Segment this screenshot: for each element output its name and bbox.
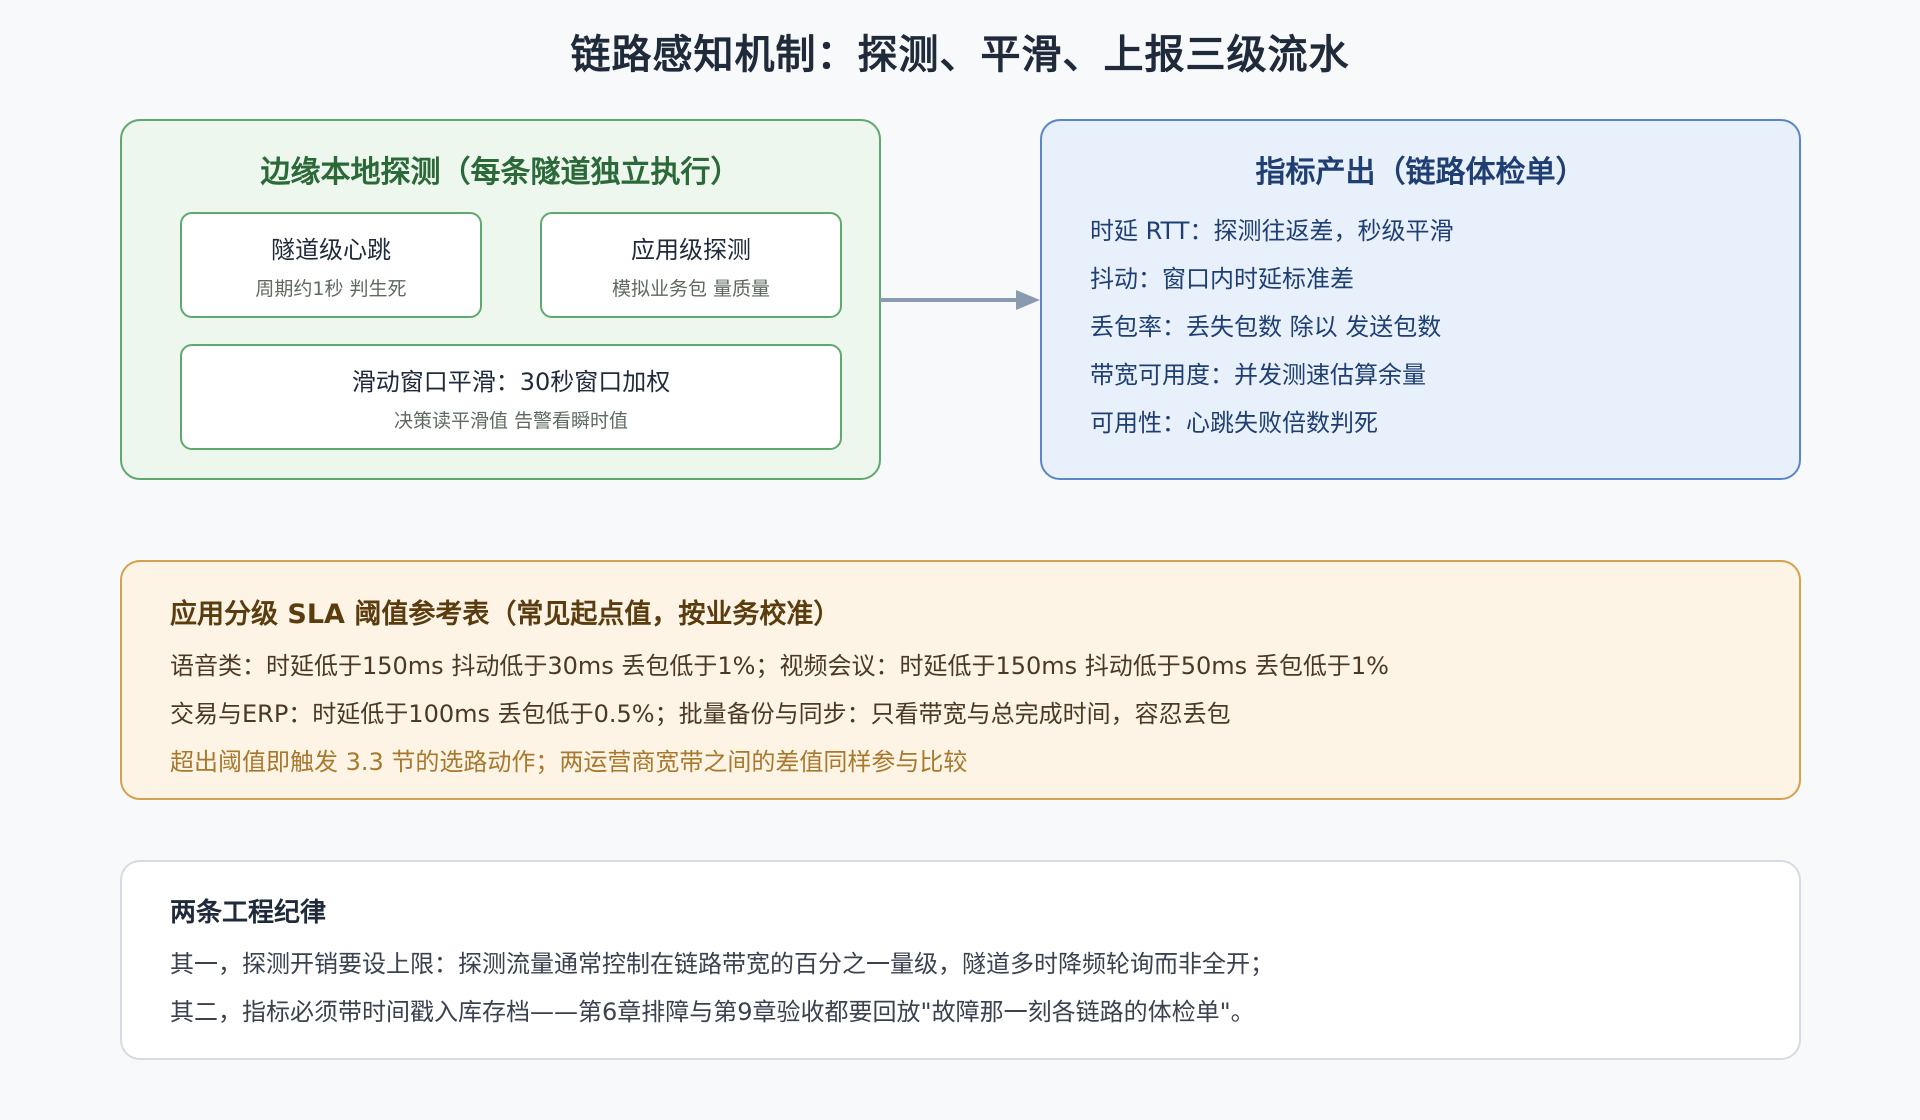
rules-title: 两条工程纪律	[170, 898, 327, 928]
arrow-head	[1016, 290, 1040, 310]
metric-item: 带宽可用度：并发测速估算余量	[1090, 361, 1426, 389]
app-probe-subtitle: 模拟业务包 量质量	[611, 278, 771, 300]
metric-item: 抖动：窗口内时延标准差	[1090, 265, 1354, 293]
local-probe-title: 边缘本地探测（每条隧道独立执行）	[260, 155, 741, 190]
heartbeat-subtitle: 周期约1秒 判生死	[255, 278, 407, 300]
local-probe-panel: 边缘本地探测（每条隧道独立执行） 隧道级心跳 周期约1秒 判生死 应用级探测 模…	[120, 119, 881, 480]
app-probe-title: 应用级探测	[631, 236, 751, 264]
heartbeat-box: 隧道级心跳 周期约1秒 判生死	[180, 212, 482, 318]
smoothing-box: 滑动窗口平滑：30秒窗口加权 决策读平滑值 告警看瞬时值	[180, 344, 842, 450]
rules-line: 其一，探测开销要设上限：探测流量通常控制在链路带宽的百分之一量级，隧道多时降频轮…	[170, 950, 1274, 978]
metric-item: 丢包率：丢失包数 除以 发送包数	[1090, 313, 1442, 341]
sla-line: 语音类：时延低于150ms 抖动低于30ms 丢包低于1%；视频会议：时延低于1…	[170, 652, 1389, 680]
flow-arrow	[880, 290, 1040, 310]
metric-item: 可用性：心跳失败倍数判死	[1090, 409, 1378, 437]
app-probe-box: 应用级探测 模拟业务包 量质量	[540, 212, 842, 318]
sla-title: 应用分级 SLA 阈值参考表（常见起点值，按业务校准）	[170, 599, 841, 630]
metrics-panel: 指标产出（链路体检单） 时延 RTT：探测往返差，秒级平滑 抖动：窗口内时延标准…	[1040, 119, 1801, 480]
rules-panel: 两条工程纪律 其一，探测开销要设上限：探测流量通常控制在链路带宽的百分之一量级，…	[120, 860, 1801, 1060]
metric-item: 时延 RTT：探测往返差，秒级平滑	[1090, 217, 1454, 245]
page-title: 链路感知机制：探测、平滑、上报三级流水	[570, 32, 1350, 78]
sla-line: 交易与ERP：时延低于100ms 丢包低于0.5%；批量备份与同步：只看带宽与总…	[170, 700, 1231, 728]
heartbeat-title: 隧道级心跳	[271, 236, 391, 264]
sla-panel: 应用分级 SLA 阈值参考表（常见起点值，按业务校准） 语音类：时延低于150m…	[120, 560, 1801, 800]
metrics-title: 指标产出（链路体检单）	[1255, 155, 1586, 190]
smoothing-title: 滑动窗口平滑：30秒窗口加权	[351, 368, 671, 396]
sla-note: 超出阈值即触发 3.3 节的选路动作；两运营商宽带之间的差值同样参与比较	[170, 748, 968, 776]
rules-line: 其二，指标必须带时间戳入库存档——第6章排障与第9章验收都要回放"故障那一刻各链…	[170, 998, 1255, 1026]
smoothing-subtitle: 决策读平滑值 告警看瞬时值	[393, 410, 629, 432]
